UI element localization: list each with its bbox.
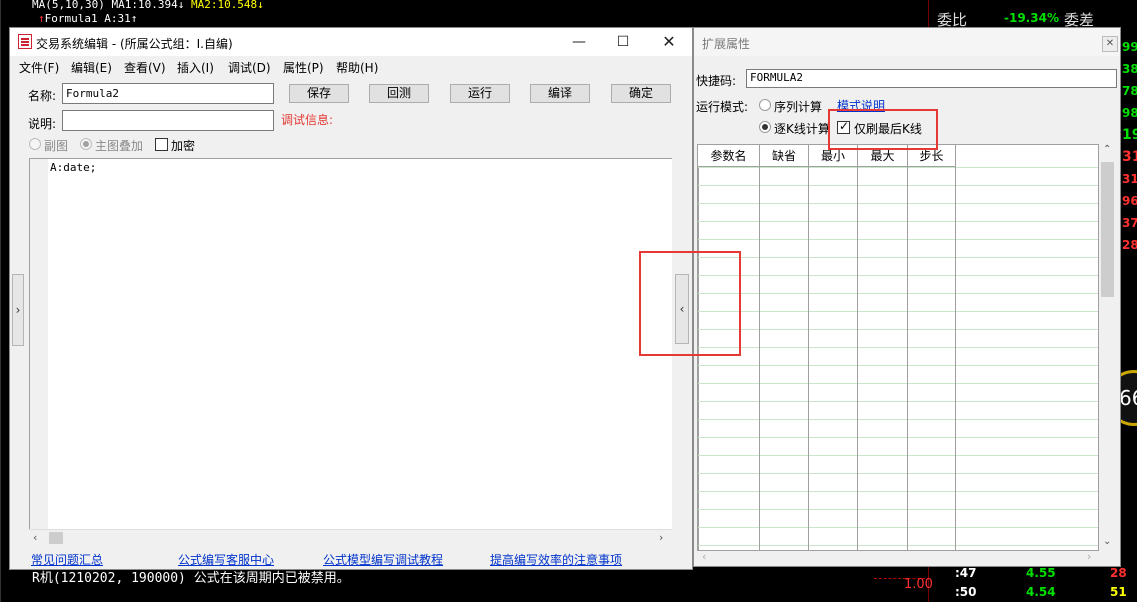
scroll-right-icon[interactable]: ›	[1087, 550, 1091, 563]
panel-horizontal-scrollbar[interactable]: ‹ ›	[697, 550, 1099, 565]
highlight-collapse-tab	[639, 251, 741, 356]
run-mode-label: 运行模式:	[696, 100, 749, 114]
name-label: 名称:	[28, 89, 57, 103]
extended-properties-panel: 扩展属性 ✕ 快捷码: FORMULA2 运行模式: 序列计算 模式说明 逐K线…	[693, 27, 1121, 567]
menu-file[interactable]: 文件(F)	[19, 59, 59, 76]
shortcut-input[interactable]: FORMULA2	[746, 69, 1117, 88]
sub-chart-radio[interactable]	[29, 138, 41, 150]
faq-link[interactable]: 常见问题汇总	[31, 551, 103, 568]
scroll-thumb[interactable]	[1101, 162, 1114, 297]
grid-divider	[857, 167, 858, 550]
scroll-thumb[interactable]	[49, 532, 63, 544]
maximize-button[interactable]: ☐	[600, 28, 646, 56]
price-label: 1.00	[904, 577, 933, 592]
close-button[interactable]: ✕	[646, 28, 692, 56]
chevron-right-icon: ›	[15, 303, 21, 317]
highlight-refresh-last	[828, 109, 938, 150]
scroll-down-icon[interactable]: ⌄	[1103, 536, 1111, 547]
menu-debug[interactable]: 调试(D)	[228, 59, 271, 76]
series-mode-label: 序列计算	[774, 100, 823, 114]
editor-gutter	[30, 159, 48, 543]
menu-properties[interactable]: 属性(P)	[283, 59, 324, 76]
tick-time: :50	[955, 585, 977, 599]
parameter-table[interactable]: 参数名 缺省 最小 最大 步长	[697, 144, 1099, 551]
code-editor[interactable]: A:date;	[29, 158, 672, 543]
tick-price: 4.54	[1026, 585, 1056, 599]
ok-button[interactable]: 确定	[611, 84, 671, 103]
grid-divider	[907, 167, 908, 550]
tick-vol: 28	[1110, 566, 1127, 580]
panel-divider-left	[0, 0, 1, 602]
debug-tutorial-link[interactable]: 公式模型编写调试教程	[323, 551, 443, 568]
title-bar[interactable]: 交易系统编辑 - (所属公式组：I.自编) — ☐ ✕	[10, 28, 692, 56]
menu-view[interactable]: 查看(V)	[124, 59, 166, 76]
run-button[interactable]: 运行	[450, 84, 510, 103]
dialog-title: 交易系统编辑 - (所属公式组：I.自编)	[36, 37, 233, 51]
backtest-button[interactable]: 回测	[369, 84, 429, 103]
sub-chart-label: 副图	[44, 139, 69, 153]
vertical-scrollbar[interactable]: ⌃ ⌄	[1099, 144, 1116, 551]
description-input[interactable]	[62, 110, 274, 131]
tick-price: 4.55	[1026, 566, 1056, 580]
col-param-name[interactable]: 参数名	[698, 145, 760, 167]
grid-divider	[808, 167, 809, 550]
menu-help[interactable]: 帮助(H)	[336, 59, 378, 76]
formula-editor-dialog: 交易系统编辑 - (所属公式组：I.自编) — ☐ ✕ 文件(F) 编辑(E) …	[9, 27, 693, 570]
bar-mode-radio[interactable]	[759, 121, 771, 133]
name-input[interactable]: Formula2	[62, 83, 274, 104]
main-overlay-radio[interactable]	[80, 138, 92, 150]
bar-mode-label: 逐K线计算	[774, 122, 830, 136]
formula-indicator-line: ↑Formula1 A:31↑	[38, 12, 138, 25]
right-numbers: 99 38 78 98 19 31 31 96 37 28	[1122, 40, 1137, 252]
scroll-left-icon[interactable]: ‹	[33, 531, 37, 544]
menu-edit[interactable]: 编辑(E)	[71, 59, 112, 76]
collapse-left-tab[interactable]: ›	[12, 274, 24, 346]
weibi-value: -19.34%	[1004, 11, 1059, 25]
app-icon	[18, 34, 32, 49]
encrypt-checkbox[interactable]	[155, 138, 168, 151]
code-text[interactable]: A:date;	[50, 161, 96, 174]
support-center-link[interactable]: 公式编写客服中心	[178, 551, 274, 568]
debug-info-label: 调试信息:	[281, 113, 334, 127]
minimize-button[interactable]: —	[556, 28, 602, 56]
ma-indicator-line: MA(5,10,30) MA1:10.394↓ MA2:10.548↓	[32, 0, 264, 11]
series-mode-radio[interactable]	[759, 99, 771, 111]
description-label: 说明:	[28, 117, 57, 131]
grid-divider	[955, 167, 956, 550]
compile-button[interactable]: 编译	[530, 84, 590, 103]
efficiency-tips-link[interactable]: 提高编写效率的注意事项	[490, 551, 622, 568]
encrypt-label: 加密	[171, 139, 196, 153]
horizontal-scrollbar[interactable]: ‹ ›	[29, 529, 672, 546]
grid-divider	[759, 167, 760, 550]
scroll-left-icon[interactable]: ‹	[702, 550, 706, 563]
panel-title: 扩展属性	[702, 37, 751, 51]
save-button[interactable]: 保存	[289, 84, 349, 103]
panel-title-bar[interactable]: 扩展属性 ✕	[694, 28, 1120, 56]
arrow-up-icon: ↑	[38, 12, 45, 25]
col-default[interactable]: 缺省	[760, 145, 809, 167]
main-overlay-label: 主图叠加	[95, 139, 144, 153]
panel-close-icon[interactable]: ✕	[1102, 36, 1118, 52]
tick-vol: 51	[1110, 585, 1127, 599]
shortcut-label: 快捷码:	[696, 74, 737, 88]
tick-time: :47	[955, 566, 977, 580]
menu-insert[interactable]: 插入(I)	[177, 59, 214, 76]
scroll-right-icon[interactable]: ›	[659, 531, 663, 544]
scroll-up-icon[interactable]: ⌃	[1103, 144, 1111, 155]
